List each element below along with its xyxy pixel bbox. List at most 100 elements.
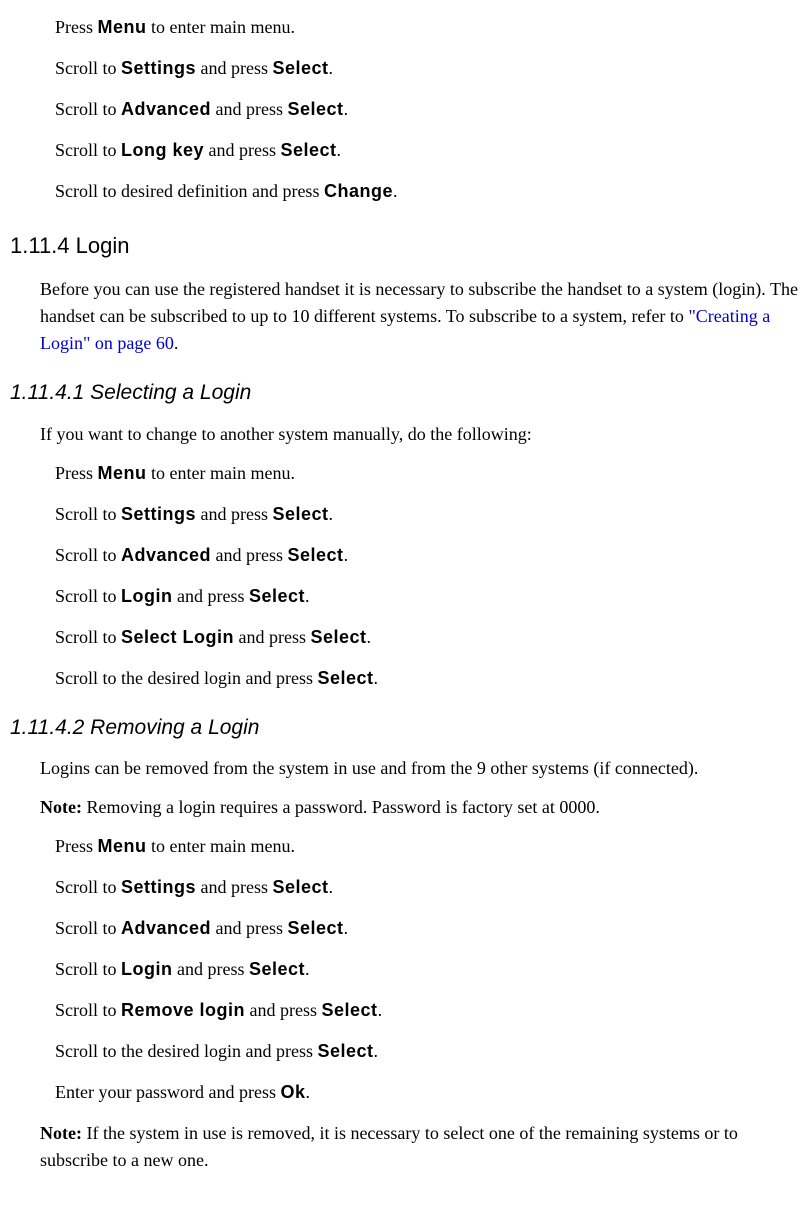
- step-text: Scroll to: [55, 58, 117, 78]
- step-text: and press: [196, 58, 268, 78]
- menu-key: Select: [249, 959, 305, 979]
- selecting-steps: Press Menu to enter main menu. Scroll to…: [10, 460, 799, 692]
- step-text: Scroll to: [55, 1000, 117, 1020]
- step-item: Scroll to the desired login and press Se…: [55, 665, 799, 692]
- step-text: .: [374, 1041, 379, 1061]
- step-text: Scroll to: [55, 586, 117, 606]
- step-item: Press Menu to enter main menu.: [55, 833, 799, 860]
- step-text: Scroll to: [55, 140, 117, 160]
- removing-steps: Press Menu to enter main menu. Scroll to…: [10, 833, 799, 1106]
- step-text: and press: [211, 545, 283, 565]
- step-item: Scroll to Settings and press Select.: [55, 874, 799, 901]
- step-text: .: [367, 627, 372, 647]
- step-item: Scroll to Advanced and press Select.: [55, 542, 799, 569]
- removing-note-2: Note: If the system in use is removed, i…: [40, 1120, 799, 1174]
- section-a-steps: Press Menu to enter main menu. Scroll to…: [10, 14, 799, 205]
- step-text: Scroll to the desired login and press: [55, 1041, 313, 1061]
- step-text: .: [344, 99, 349, 119]
- step-text: .: [329, 504, 334, 524]
- step-text: Scroll to: [55, 877, 117, 897]
- note-label: Note:: [40, 797, 82, 817]
- menu-key: Settings: [121, 58, 196, 78]
- step-item: Scroll to Settings and press Select.: [55, 55, 799, 82]
- step-item: Scroll to desired definition and press C…: [55, 178, 799, 205]
- step-text: Scroll to: [55, 545, 117, 565]
- removing-login-heading: 1.11.4.2 Removing a Login: [10, 712, 799, 744]
- menu-key: Select: [317, 1041, 373, 1061]
- menu-key: Advanced: [121, 918, 211, 938]
- menu-key: Select: [288, 545, 344, 565]
- step-text: .: [305, 586, 310, 606]
- step-text: .: [337, 140, 342, 160]
- step-text: Press: [55, 836, 93, 856]
- step-text: and press: [234, 627, 306, 647]
- menu-key: Settings: [121, 504, 196, 524]
- menu-key: Select: [273, 877, 329, 897]
- paragraph-text: .: [174, 333, 179, 353]
- step-item: Scroll to Remove login and press Select.: [55, 997, 799, 1024]
- step-text: and press: [211, 99, 283, 119]
- login-paragraph: Before you can use the registered handse…: [40, 276, 799, 357]
- step-text: and press: [196, 877, 268, 897]
- menu-key: Select Login: [121, 627, 234, 647]
- menu-key: Select: [273, 504, 329, 524]
- menu-key: Long key: [121, 140, 204, 160]
- step-text: .: [344, 545, 349, 565]
- step-text: Scroll to the desired login and press: [55, 668, 313, 688]
- step-text: and press: [245, 1000, 317, 1020]
- note-label: Note:: [40, 1123, 82, 1143]
- step-text: and press: [172, 959, 244, 979]
- menu-key: Menu: [98, 17, 147, 37]
- menu-key: Menu: [98, 836, 147, 856]
- step-text: to enter main menu.: [147, 17, 295, 37]
- selecting-intro: If you want to change to another system …: [40, 421, 799, 448]
- step-text: Scroll to desired definition and press: [55, 181, 319, 201]
- menu-key: Select: [273, 58, 329, 78]
- step-text: .: [329, 877, 334, 897]
- step-text: to enter main menu.: [147, 463, 295, 483]
- step-text: .: [378, 1000, 383, 1020]
- step-text: and press: [211, 918, 283, 938]
- step-item: Scroll to Long key and press Select.: [55, 137, 799, 164]
- selecting-login-heading: 1.11.4.1 Selecting a Login: [10, 377, 799, 409]
- step-text: and press: [196, 504, 268, 524]
- step-text: Scroll to: [55, 99, 117, 119]
- menu-key: Select: [281, 140, 337, 160]
- menu-key: Login: [121, 586, 172, 606]
- step-item: Enter your password and press Ok.: [55, 1079, 799, 1106]
- step-text: Press: [55, 17, 93, 37]
- step-text: Scroll to: [55, 627, 117, 647]
- step-item: Scroll to Login and press Select.: [55, 956, 799, 983]
- menu-key: Remove login: [121, 1000, 245, 1020]
- removing-note: Note: Removing a login requires a passwo…: [40, 794, 799, 821]
- step-item: Press Menu to enter main menu.: [55, 460, 799, 487]
- step-item: Scroll to Login and press Select.: [55, 583, 799, 610]
- step-text: Scroll to: [55, 918, 117, 938]
- step-text: Scroll to: [55, 504, 117, 524]
- step-text: .: [393, 181, 398, 201]
- step-text: .: [305, 1082, 310, 1102]
- step-text: .: [329, 58, 334, 78]
- menu-key: Select: [249, 586, 305, 606]
- step-text: Scroll to: [55, 959, 117, 979]
- step-text: and press: [204, 140, 276, 160]
- step-text: .: [344, 918, 349, 938]
- step-item: Scroll to Advanced and press Select.: [55, 915, 799, 942]
- step-text: to enter main menu.: [147, 836, 295, 856]
- removing-intro: Logins can be removed from the system in…: [40, 755, 799, 782]
- menu-key: Select: [322, 1000, 378, 1020]
- menu-key: Select: [317, 668, 373, 688]
- note-text: If the system in use is removed, it is n…: [40, 1123, 738, 1170]
- step-text: .: [374, 668, 379, 688]
- menu-key: Advanced: [121, 545, 211, 565]
- step-item: Scroll to Settings and press Select.: [55, 501, 799, 528]
- step-item: Scroll to Advanced and press Select.: [55, 96, 799, 123]
- menu-key: Select: [288, 918, 344, 938]
- step-text: Enter your password and press: [55, 1082, 276, 1102]
- step-text: Press: [55, 463, 93, 483]
- step-item: Scroll to Select Login and press Select.: [55, 624, 799, 651]
- menu-key: Advanced: [121, 99, 211, 119]
- login-heading: 1.11.4 Login: [10, 229, 799, 262]
- menu-key: Ok: [280, 1082, 305, 1102]
- menu-key: Select: [311, 627, 367, 647]
